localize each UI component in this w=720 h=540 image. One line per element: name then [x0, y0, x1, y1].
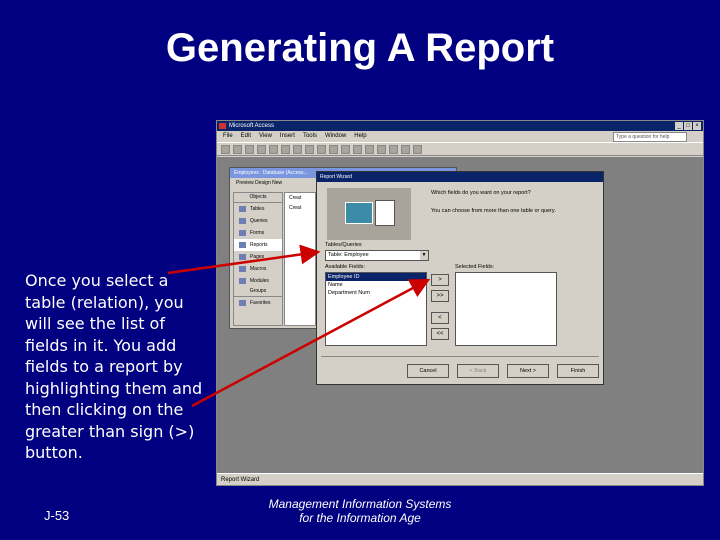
paste-icon[interactable] [317, 144, 326, 154]
preview-icon[interactable] [269, 144, 278, 154]
object-forms[interactable]: Forms [234, 227, 282, 239]
menu-bar: File Edit View Insert Tools Window Help … [217, 131, 703, 142]
available-fields-list[interactable]: Employee ID Name Department Num [325, 272, 427, 346]
new-icon[interactable] [221, 144, 230, 154]
wizard-question: Which fields do you want on your report? [431, 190, 531, 196]
finish-button[interactable]: Finish [557, 364, 599, 378]
group-favorites[interactable]: Favorites [234, 297, 282, 309]
close-icon[interactable]: × [693, 122, 701, 130]
object-queries[interactable]: Queries [234, 215, 282, 227]
print-icon[interactable] [257, 144, 266, 154]
back-button[interactable]: < Back [457, 364, 499, 378]
minimize-icon[interactable]: _ [675, 122, 683, 130]
list-item[interactable]: Name [326, 281, 426, 289]
wizard-divider [321, 356, 599, 357]
wizard-graphic [327, 188, 411, 240]
slide-caption: Once you select a table (relation), you … [25, 271, 203, 462]
save-icon[interactable] [245, 144, 254, 154]
access-screenshot: Microsoft Access _ □ × File Edit View In… [216, 120, 704, 486]
access-icon [219, 123, 226, 129]
help-search-input[interactable]: Type a question for help [613, 132, 687, 142]
selected-fields-list[interactable] [455, 272, 557, 346]
spelling-icon[interactable] [281, 144, 290, 154]
selected-fields-label: Selected Fields: [455, 264, 495, 270]
properties-icon[interactable] [377, 144, 386, 154]
list-item[interactable]: Creat [285, 203, 315, 213]
query-icon [239, 218, 246, 224]
report-icon [239, 242, 246, 248]
objects-header[interactable]: Objects [234, 193, 282, 203]
menu-tools[interactable]: Tools [303, 131, 317, 142]
remove-field-button[interactable]: < [431, 312, 449, 324]
table-icon [239, 206, 246, 212]
database-object-list: Creat Creat [284, 192, 316, 326]
analyze-icon[interactable] [353, 144, 362, 154]
table-graphic-icon [345, 202, 373, 224]
remove-all-fields-button[interactable]: << [431, 328, 449, 340]
slide-title: Generating A Report [165, 26, 555, 70]
form-icon [239, 230, 246, 236]
workspace: Employees : Database (Access... Preview … [217, 157, 703, 473]
page-number: J-53 [44, 508, 70, 523]
tables-queries-label: Tables/Queries [325, 242, 362, 248]
footer-line-1: Management Information Systems [268, 497, 452, 511]
report-graphic-icon [375, 200, 395, 226]
app-title: Microsoft Access [229, 123, 275, 129]
object-tables[interactable]: Tables [234, 203, 282, 215]
objects-pane: Objects Tables Queries Forms Reports Pag… [233, 192, 283, 326]
status-bar: Report Wizard [217, 473, 703, 485]
object-reports[interactable]: Reports [234, 239, 282, 251]
module-icon [239, 278, 246, 284]
list-item[interactable]: Department Num [326, 289, 426, 297]
code-icon[interactable] [365, 144, 374, 154]
cancel-button[interactable]: Cancel [407, 364, 449, 378]
list-item[interactable]: Creat [285, 193, 315, 203]
available-fields-label: Available Fields: [325, 264, 365, 270]
maximize-icon[interactable]: □ [684, 122, 692, 130]
menu-window[interactable]: Window [325, 131, 346, 142]
report-wizard-dialog: Report Wizard Which fields do you want o… [316, 171, 604, 385]
page-icon [239, 254, 246, 260]
footer-line-2: for the Information Age [299, 511, 421, 525]
object-pages[interactable]: Pages [234, 251, 282, 263]
office-links-icon[interactable] [341, 144, 350, 154]
add-field-button[interactable]: > [431, 274, 449, 286]
macro-icon [239, 266, 246, 272]
menu-view[interactable]: View [259, 131, 272, 142]
add-all-fields-button[interactable]: >> [431, 290, 449, 302]
open-icon[interactable] [233, 144, 242, 154]
next-button[interactable]: Next > [507, 364, 549, 378]
object-macros[interactable]: Macros [234, 263, 282, 275]
app-title-bar: Microsoft Access _ □ × [217, 121, 703, 131]
favorites-icon [239, 300, 246, 306]
relationships-icon[interactable] [389, 144, 398, 154]
menu-insert[interactable]: Insert [280, 131, 295, 142]
cut-icon[interactable] [293, 144, 302, 154]
menu-help[interactable]: Help [354, 131, 366, 142]
tables-queries-select[interactable]: Table: Employee ▼ [325, 250, 429, 261]
wizard-subtext: You can choose from more than one table … [431, 208, 556, 214]
main-toolbar [217, 142, 703, 156]
groups-header[interactable]: Groups [234, 287, 282, 297]
copy-icon[interactable] [305, 144, 314, 154]
list-item[interactable]: Employee ID [326, 273, 426, 281]
object-modules[interactable]: Modules [234, 275, 282, 287]
new-object-icon[interactable] [401, 144, 410, 154]
menu-file[interactable]: File [223, 131, 233, 142]
help-icon[interactable] [413, 144, 422, 154]
wizard-title: Report Wizard [317, 172, 603, 182]
chevron-down-icon[interactable]: ▼ [420, 251, 428, 260]
slide-footer: Management Information Systems for the I… [250, 497, 470, 525]
undo-icon[interactable] [329, 144, 338, 154]
menu-edit[interactable]: Edit [241, 131, 251, 142]
